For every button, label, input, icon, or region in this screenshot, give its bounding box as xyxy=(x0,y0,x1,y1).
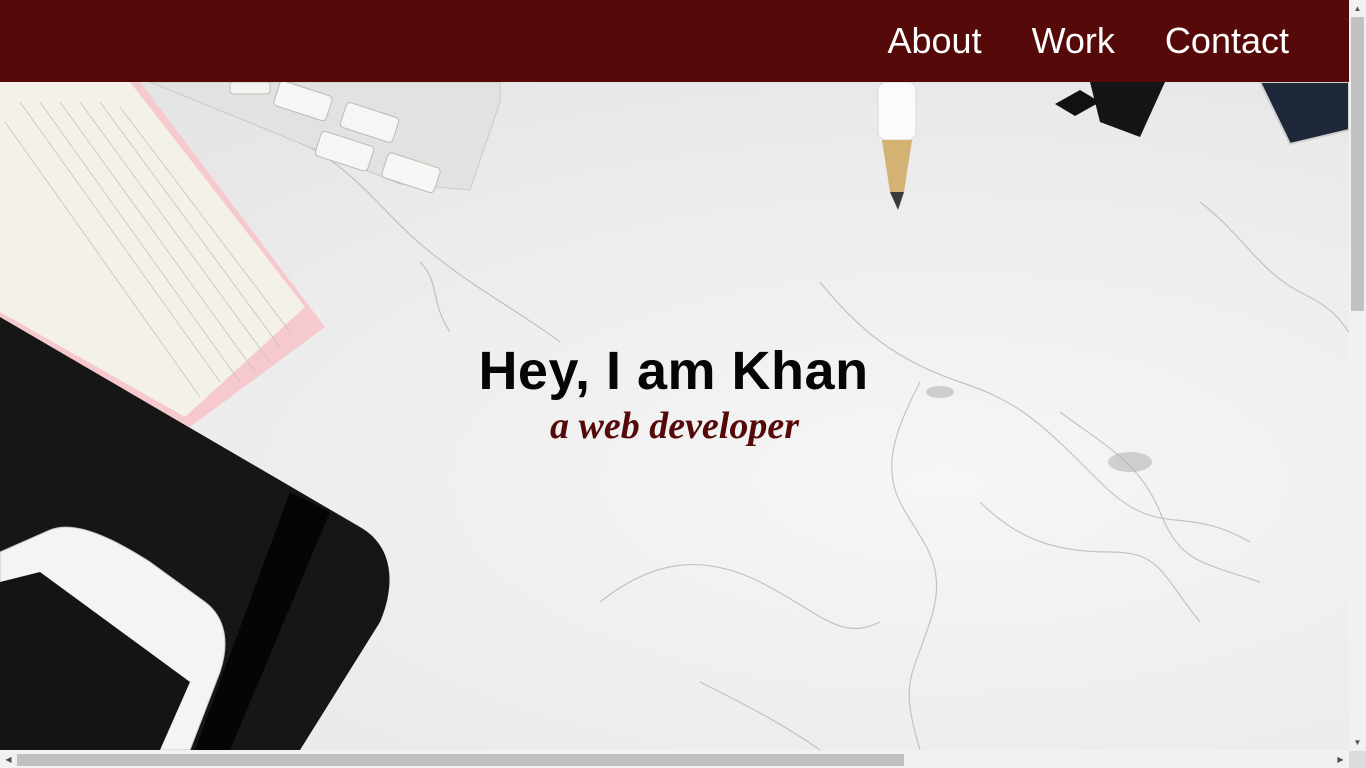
chevron-left-icon[interactable]: ◀ xyxy=(0,751,17,768)
hero-section: Hey, I am Khan a web developer xyxy=(0,82,1349,750)
scrollbar-corner xyxy=(1349,751,1366,768)
vertical-scrollbar[interactable]: ▲ ▼ xyxy=(1349,0,1366,751)
nav-link-about[interactable]: About xyxy=(888,0,982,82)
vertical-scroll-thumb[interactable] xyxy=(1351,17,1364,311)
hero-text: Hey, I am Khan a web developer xyxy=(0,82,1349,750)
top-navbar: About Work Contact xyxy=(0,0,1349,82)
hero-title-text: Hey, I am Khan xyxy=(478,341,869,401)
hero-subtitle: a web developer xyxy=(549,405,800,447)
horizontal-scroll-thumb[interactable] xyxy=(17,754,904,766)
nav-link-work[interactable]: Work xyxy=(1032,0,1115,82)
chevron-right-icon[interactable]: ▶ xyxy=(1332,751,1349,768)
nav-links: About Work Contact xyxy=(838,0,1290,82)
horizontal-scrollbar[interactable]: ◀ ▶ xyxy=(0,751,1349,768)
nav-link-contact[interactable]: Contact xyxy=(1165,0,1289,82)
hero-title: Hey, I am Khan xyxy=(0,340,1349,402)
chevron-down-icon[interactable]: ▼ xyxy=(1349,734,1366,751)
chevron-up-icon[interactable]: ▲ xyxy=(1349,0,1366,17)
